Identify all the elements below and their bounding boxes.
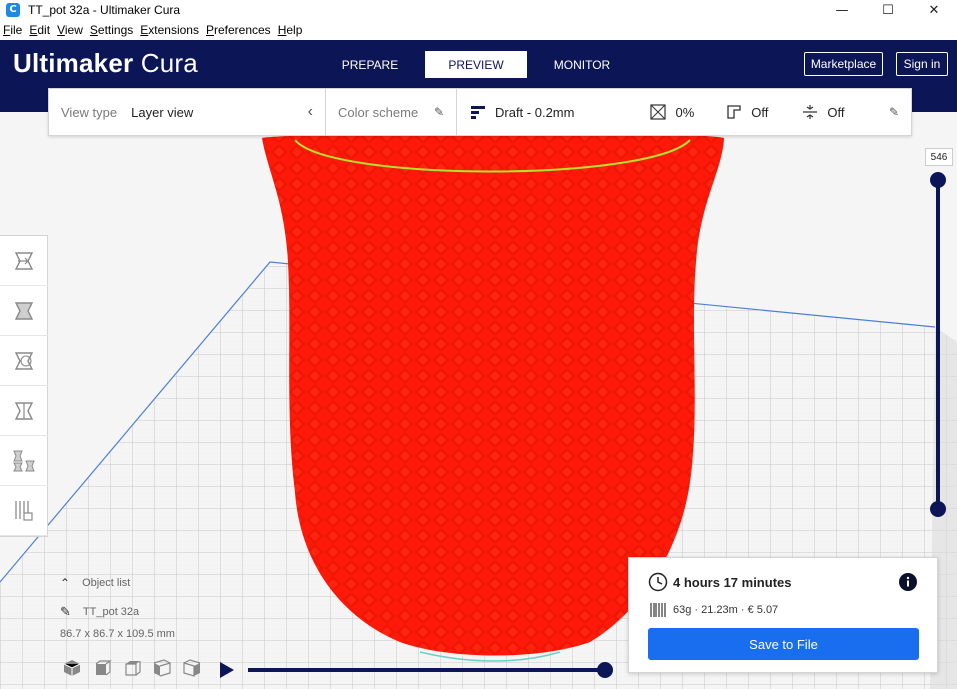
cura-app-icon: C (6, 3, 20, 17)
object-dimensions: 86.7 x 86.7 x 109.5 mm (60, 628, 175, 640)
view-type-selector[interactable]: View type Layer view ‹ (49, 89, 326, 135)
menu-settings[interactable]: Settings (90, 23, 133, 37)
scale-tool-button[interactable] (0, 286, 48, 336)
title-bar: C TT_pot 32a - Ultimaker Cura — ☐ ✕ (0, 0, 957, 20)
profile-icon (471, 106, 485, 119)
app-logo: Ultimaker Cura (13, 48, 198, 79)
3d-view-icon[interactable] (62, 659, 82, 677)
move-icon (14, 251, 34, 270)
save-to-file-button[interactable]: Save to File (648, 628, 919, 660)
tab-preview[interactable]: PREVIEW (425, 51, 527, 78)
color-scheme-selector[interactable]: Color scheme ✎ (326, 89, 457, 135)
menu-bar: File Edit View Settings Extensions Prefe… (0, 20, 957, 40)
support-value: Off (751, 104, 769, 120)
stage-tabs: PREPARE PREVIEW MONITOR (330, 51, 637, 78)
color-scheme-label: Color scheme (338, 104, 419, 120)
support-icon (727, 105, 741, 119)
view-type-label: View type (61, 104, 118, 120)
layer-slider-top-handle[interactable] (930, 172, 946, 188)
per-model-settings-icon (13, 450, 35, 471)
left-view-icon[interactable] (152, 659, 172, 677)
view-settings-bar: View type Layer view ‹ Color scheme ✎ Dr… (48, 88, 912, 136)
layer-number-field[interactable]: 546 (925, 148, 953, 166)
print-time: 4 hours 17 minutes (673, 575, 792, 590)
rotate-tool-button[interactable] (0, 336, 48, 386)
infill-value: 0% (675, 104, 695, 120)
sign-in-button[interactable]: Sign in (896, 52, 948, 76)
custom-settings-pencil-icon[interactable]: ✎ (889, 105, 899, 119)
maximize-button[interactable]: ☐ (865, 0, 911, 20)
object-name: TT_pot 32a (82, 606, 140, 618)
support-blocker-button[interactable] (0, 486, 48, 536)
pencil-icon: ✎ (433, 105, 444, 119)
mirror-icon (14, 401, 34, 420)
menu-edit[interactable]: Edit (29, 23, 50, 37)
minimize-button[interactable]: — (819, 0, 865, 20)
menu-file[interactable]: File (3, 23, 22, 37)
menu-preferences[interactable]: Preferences (206, 23, 271, 37)
marketplace-button[interactable]: Marketplace (804, 52, 883, 76)
edit-pencil-icon: ✎ (60, 604, 71, 619)
per-model-settings-button[interactable] (0, 436, 48, 486)
object-list-toggle[interactable]: ⌃ Object list (60, 574, 175, 592)
mirror-tool-button[interactable] (0, 386, 48, 436)
clock-icon (648, 572, 668, 592)
tab-prepare[interactable]: PREPARE (330, 51, 410, 78)
spool-icon (650, 603, 666, 617)
tab-monitor[interactable]: MONITOR (542, 51, 622, 78)
object-name-row[interactable]: ✎ TT_pot 32a (60, 602, 175, 622)
adhesion-value: Off (827, 104, 845, 120)
scale-icon (14, 301, 34, 320)
right-view-icon[interactable] (182, 659, 202, 677)
object-info: ⌃ Object list ✎ TT_pot 32a 86.7 x 86.7 x… (60, 574, 175, 640)
logo-brand: Ultimaker (13, 48, 134, 78)
top-view-icon[interactable] (122, 659, 142, 677)
window-controls: — ☐ ✕ (819, 0, 957, 20)
left-toolbar (0, 235, 48, 537)
menu-extensions[interactable]: Extensions (140, 23, 199, 37)
print-setup-selector[interactable]: Draft - 0.2mm 0% Off Off ✎ (457, 89, 911, 135)
menu-view[interactable]: View (57, 23, 83, 37)
view-type-value: Layer view (131, 104, 194, 120)
support-blocker-icon (15, 500, 33, 521)
window-title: TT_pot 32a - Ultimaker Cura (28, 3, 181, 17)
menu-help[interactable]: Help (278, 23, 303, 37)
material-usage: 63g · 21.23m · € 5.07 (673, 604, 779, 616)
print-info-panel: 4 hours 17 minutes 63g · 21.23m · € 5.07… (628, 557, 938, 673)
front-view-icon[interactable] (92, 659, 112, 677)
chevron-up-icon: ⌃ (60, 576, 71, 590)
chevron-left-icon: ‹ (307, 103, 313, 120)
rotate-icon (14, 351, 34, 370)
profile-value: Draft - 0.2mm (495, 104, 575, 120)
close-button[interactable]: ✕ (911, 0, 957, 20)
adhesion-icon (803, 105, 818, 119)
path-slider-handle[interactable] (597, 662, 613, 678)
move-tool-button[interactable] (0, 236, 48, 286)
object-list-label: Object list (82, 577, 131, 589)
camera-view-buttons (62, 659, 212, 677)
layer-slider-bottom-handle[interactable] (930, 501, 946, 517)
logo-product: Cura (140, 48, 198, 78)
infill-icon (650, 104, 667, 120)
info-icon[interactable] (899, 573, 917, 591)
